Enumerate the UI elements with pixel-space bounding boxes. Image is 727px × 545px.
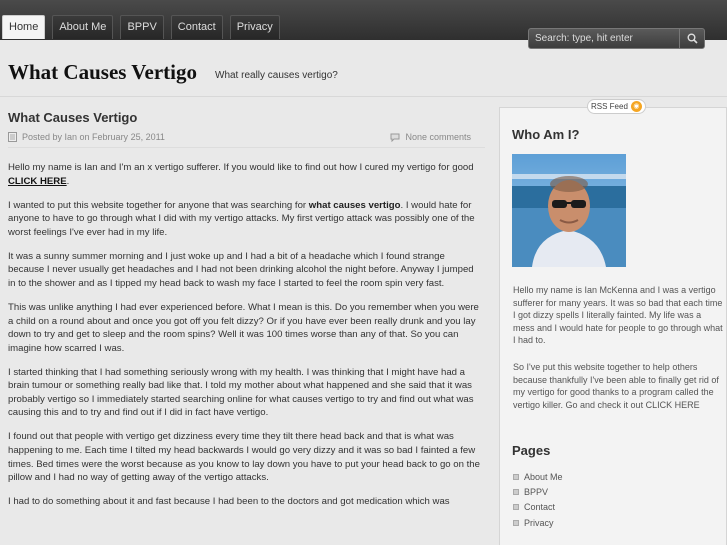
bullet-icon [513,504,519,511]
paragraph: I found out that people with vertigo get… [8,431,480,484]
pages-item-label: Privacy [524,517,554,528]
pages-item-label: About Me [524,471,563,482]
nav-tab-contact[interactable]: Contact [170,15,223,39]
paragraph: I wanted to put this website together fo… [8,199,480,240]
nav-tab-bppv[interactable]: BPPV [120,15,164,39]
main-nav: Home About Me BPPV Contact Privacy [2,15,287,39]
document-icon [8,132,17,142]
paragraph: It was a sunny summer morning and I just… [8,250,474,289]
pages-item-privacy[interactable]: Privacy [513,515,563,530]
author-photo-image [512,154,626,267]
pages-item-label: Contact [524,502,556,513]
paragraph: I had to do something about it and fast … [8,496,450,508]
rss-label: RSS Feed [591,102,628,111]
paragraph-text: Hello my name is Ian and I'm an x vertig… [8,162,474,173]
paragraph: This was unlike anything I had ever expe… [8,301,479,354]
paragraph: I started thinking that I had something … [8,366,474,419]
site-tagline: What really causes vertigo? [215,70,338,81]
bold-keyword: what causes vertigo [308,199,401,211]
site-title[interactable]: What Causes Vertigo [8,60,197,85]
bullet-icon [513,519,519,526]
post-byline: Posted by Ian on February 25, 2011 [22,132,165,142]
pages-item-contact[interactable]: Contact [513,500,563,515]
bullet-icon [513,473,519,480]
post-meta: Posted by Ian on February 25, 2011 None … [8,132,485,148]
comment-icon [390,133,400,142]
search-box [528,28,705,49]
bio-paragraph-2: So I've put this website together to hel… [513,361,723,411]
paragraph-text: I wanted to put this website together fo… [8,199,309,211]
bio-paragraph: Hello my name is Ian McKenna and I was a… [513,285,723,346]
pages-heading: Pages [512,443,551,458]
nav-tab-privacy[interactable]: Privacy [229,15,280,39]
author-photo [512,154,626,267]
paragraph: Hello my name is Ian and I'm an x vertig… [8,161,480,188]
nav-tab-home[interactable]: Home [2,15,46,39]
nav-tab-about-me[interactable]: About Me [52,15,114,39]
pages-list: About Me BPPV Contact Privacy [513,469,563,530]
pages-item-about-me[interactable]: About Me [513,469,563,484]
post-body: Hello my name is Ian and I'm an x vertig… [8,161,480,519]
bullet-icon [513,488,519,495]
rss-icon: ◉ [630,101,642,112]
search-icon [687,33,698,44]
pages-item-bppv[interactable]: BPPV [513,484,563,499]
click-here-link[interactable]: CLICK HERE [8,176,67,187]
post-title[interactable]: What Causes Vertigo [8,110,137,125]
whoami-heading: Who Am I? [512,127,580,142]
sidebar-click-here-link[interactable]: CLICK HERE [646,400,700,410]
rss-feed-button[interactable]: RSS Feed ◉ [587,99,646,114]
comments-link[interactable]: None comments [405,132,471,142]
search-button[interactable] [679,29,704,48]
header-divider [0,96,727,97]
paragraph-text: . [66,175,70,187]
search-input[interactable] [529,29,680,48]
pages-item-label: BPPV [524,486,549,497]
